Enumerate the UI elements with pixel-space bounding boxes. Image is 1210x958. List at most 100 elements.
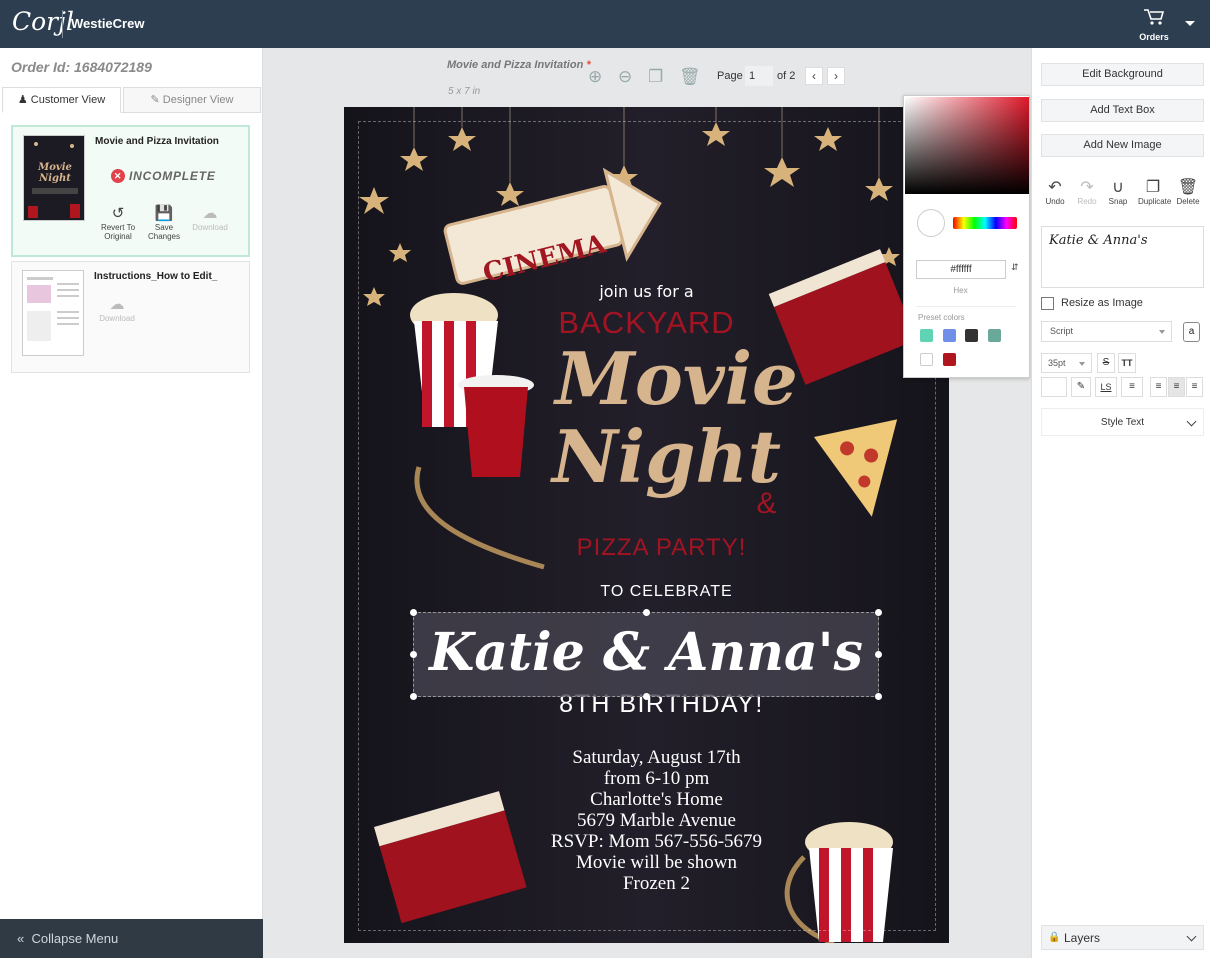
download-button[interactable]: ☁ Download <box>187 205 233 232</box>
preset-color-swatch[interactable] <box>965 329 978 342</box>
layers-panel-toggle[interactable]: 🔒 Layers <box>1041 925 1204 950</box>
preset-color-swatch[interactable] <box>920 329 933 342</box>
edit-background-button[interactable]: Edit Background <box>1041 63 1204 86</box>
top-bar: Corjl WestieCrew Orders <box>0 0 1210 48</box>
hex-label: Hex <box>953 286 968 295</box>
event-details[interactable]: Saturday, August 17th from 6-10 pm Charl… <box>344 747 969 894</box>
preset-color-swatch[interactable] <box>988 329 1001 342</box>
download-button[interactable]: ☁ Download <box>94 296 140 323</box>
redo-button[interactable]: ↷ Redo <box>1072 179 1102 206</box>
join-text[interactable]: join us for a <box>344 282 949 301</box>
preset-color-swatch[interactable] <box>943 353 956 366</box>
template-title: Movie and Pizza Invitation <box>95 136 219 147</box>
page-label: Page <box>717 70 743 82</box>
ampersand-text[interactable]: & <box>344 487 949 521</box>
letter-spacing-icon[interactable]: LS <box>1095 377 1117 397</box>
style-text-dropdown[interactable]: Style Text <box>1041 408 1204 436</box>
revert-label: Revert To Original <box>100 223 136 241</box>
uppercase-icon[interactable]: TT <box>1118 353 1136 373</box>
detail-line: Charlotte's Home <box>590 789 723 810</box>
save-changes-button[interactable]: 💾 Save Changes <box>141 205 187 241</box>
celebrate-text[interactable]: TO CELEBRATE <box>344 583 949 601</box>
movie-text[interactable]: Movie <box>344 339 949 419</box>
template-card-instructions[interactable]: Instructions_How to Edit_ ☁ Download <box>11 261 250 373</box>
align-right-icon[interactable]: ≡ <box>1186 377 1203 397</box>
redo-icon: ↷ <box>1080 179 1094 196</box>
revert-button[interactable]: ↺ Revert To Original <box>95 205 141 241</box>
preset-color-swatch[interactable] <box>943 329 956 342</box>
page-number-input[interactable] <box>745 66 773 86</box>
error-circle-icon: ✕ <box>111 169 125 183</box>
save-label: Save Changes <box>147 223 181 241</box>
font-upload-icon[interactable]: a <box>1183 322 1200 342</box>
text-content-editor[interactable]: Katie & Anna's <box>1041 226 1204 288</box>
divider <box>916 306 1016 307</box>
font-size-select[interactable]: 35pt <box>1041 353 1092 373</box>
hex-input[interactable]: #ffffff <box>916 260 1006 279</box>
tab-designer-view-label: Designer View <box>162 94 234 106</box>
resize-as-image-checkbox[interactable] <box>1041 297 1054 310</box>
sort-arrows-icon[interactable]: ⇵ <box>1011 262 1019 273</box>
tab-designer-view[interactable]: ✎ Designer View <box>123 87 261 113</box>
detail-line: RSVP: Mom 567-556-5679 <box>550 831 763 852</box>
chevron-left-icon: ‹ <box>812 69 816 83</box>
preset-color-swatch[interactable] <box>920 353 933 366</box>
name-text[interactable]: Katie & Anna's <box>413 612 879 697</box>
corjl-logo[interactable]: Corjl <box>12 7 74 36</box>
magnet-icon: ∪ <box>1112 179 1124 196</box>
collapse-menu-button[interactable]: « Collapse Menu <box>0 919 263 958</box>
copy-page-icon[interactable]: ❐ <box>648 67 663 87</box>
history-icon: ↺ <box>111 205 125 222</box>
tab-customer-view[interactable]: ♟ Customer View <box>2 87 121 113</box>
detail-line: 5679 Marble Avenue <box>577 810 736 831</box>
align-center-icon[interactable]: ≡ <box>1168 377 1185 397</box>
delete-button[interactable]: 🗑 Delete <box>1173 179 1203 206</box>
preset-colors-label: Preset colors <box>918 313 965 322</box>
chevron-down-icon <box>1186 416 1197 427</box>
pizza-party-text[interactable]: PIZZA PARTY! <box>344 534 949 562</box>
double-chevron-left-icon: « <box>17 931 25 946</box>
undo-button[interactable]: ↶ Undo <box>1040 179 1070 206</box>
night-text[interactable]: Night <box>344 417 949 497</box>
zoom-out-icon[interactable]: ⊖ <box>618 67 632 87</box>
trash-page-icon[interactable]: 🗑 <box>679 67 701 87</box>
view-tabs: ♟ Customer View ✎ Designer View <box>2 87 261 113</box>
font-family-select[interactable]: Script <box>1041 321 1172 342</box>
lock-icon: 🔒 <box>1048 932 1061 943</box>
collapse-menu-label: Collapse Menu <box>31 931 119 946</box>
line-height-icon[interactable]: ≡ <box>1121 377 1143 397</box>
snap-button[interactable]: ∪ Snap <box>1103 179 1133 206</box>
chevron-right-icon: › <box>834 69 838 83</box>
add-new-image-button[interactable]: Add New Image <box>1041 134 1204 157</box>
status-badge: ✕ INCOMPLETE <box>111 169 216 183</box>
orders-label: Orders <box>1139 32 1169 42</box>
cloud-download-icon: ☁ <box>109 296 125 313</box>
align-left-icon[interactable]: ≡ <box>1150 377 1167 397</box>
account-dropdown-caret-icon[interactable] <box>1185 21 1195 26</box>
pencil-icon: ✎ <box>150 94 160 106</box>
detail-line: from 6-10 pm <box>603 768 710 789</box>
current-color-swatch <box>917 209 945 237</box>
add-text-box-button[interactable]: Add Text Box <box>1041 99 1204 122</box>
invitation-thumbnail[interactable]: Movie Night <box>23 135 85 221</box>
strikethrough-icon[interactable]: S <box>1097 353 1115 373</box>
resize-as-image-label: Resize as Image <box>1061 297 1143 309</box>
prev-page-button[interactable]: ‹ <box>805 67 823 85</box>
detail-line: Saturday, August 17th <box>572 747 741 768</box>
template-card-invitation[interactable]: Movie Night Movie and Pizza Invitation ✕ I… <box>11 125 250 257</box>
page-count: of 2 <box>777 70 796 82</box>
orders-button[interactable]: Orders <box>1136 8 1172 42</box>
logo-divider <box>62 10 63 38</box>
eyedropper-icon[interactable]: ✎ <box>1071 377 1091 397</box>
instructions-thumbnail[interactable] <box>22 270 84 356</box>
right-properties-panel: Edit Background Add Text Box Add New Ima… <box>1031 48 1210 958</box>
order-id: Order Id: 1684072189 <box>11 59 152 75</box>
hue-slider[interactable] <box>953 217 1017 229</box>
duplicate-button[interactable]: ❐ Duplicate <box>1138 179 1171 206</box>
zoom-in-icon[interactable]: ⊕ <box>588 67 602 87</box>
left-sidebar: Order Id: 1684072189 ♟ Customer View ✎ D… <box>0 48 263 958</box>
next-page-button[interactable]: › <box>827 67 845 85</box>
saturation-area[interactable] <box>905 97 1029 194</box>
text-color-swatch[interactable] <box>1041 377 1067 397</box>
detail-line: Frozen 2 <box>622 873 690 894</box>
